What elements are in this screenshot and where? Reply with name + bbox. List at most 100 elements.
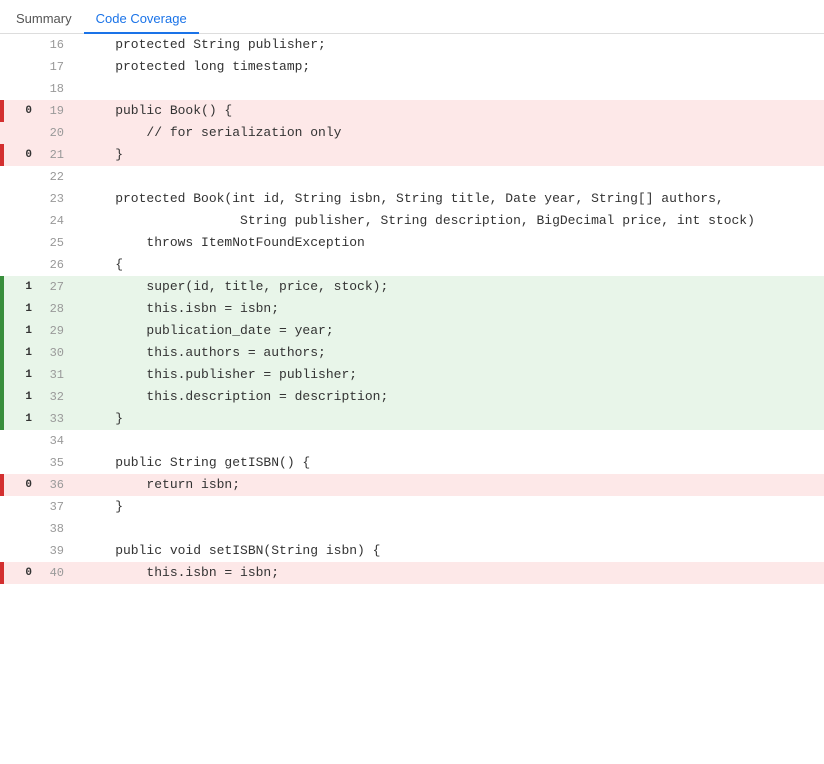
coverage-indicator: 1: [0, 408, 36, 430]
table-row: 23 protected Book(int id, String isbn, S…: [0, 188, 824, 210]
tab-bar: Summary Code Coverage: [0, 0, 824, 34]
coverage-indicator: [0, 232, 36, 254]
coverage-indicator: [0, 210, 36, 232]
line-number: 40: [36, 562, 76, 584]
table-row: 38: [0, 518, 824, 540]
line-number: 20: [36, 122, 76, 144]
line-number: 37: [36, 496, 76, 518]
code-line: public void setISBN(String isbn) {: [76, 540, 824, 562]
line-number: 28: [36, 298, 76, 320]
line-number: 22: [36, 166, 76, 188]
coverage-count: 0: [25, 562, 32, 584]
coverage-count: 0: [25, 474, 32, 496]
code-line: this.isbn = isbn;: [76, 298, 824, 320]
code-line: protected String publisher;: [76, 34, 824, 56]
code-line: }: [76, 408, 824, 430]
coverage-indicator: 0: [0, 100, 36, 122]
code-line: this.publisher = publisher;: [76, 364, 824, 386]
code-line: public String getISBN() {: [76, 452, 824, 474]
coverage-indicator: 1: [0, 342, 36, 364]
line-number: 32: [36, 386, 76, 408]
code-line: String publisher, String description, Bi…: [76, 210, 824, 232]
code-line: // for serialization only: [76, 122, 824, 144]
coverage-count: 0: [25, 144, 32, 166]
coverage-count: 1: [25, 342, 32, 364]
coverage-indicator: 0: [0, 144, 36, 166]
coverage-indicator: [0, 122, 36, 144]
line-number: 27: [36, 276, 76, 298]
coverage-indicator: [0, 540, 36, 562]
coverage-indicator: [0, 188, 36, 210]
line-number: 19: [36, 100, 76, 122]
table-row: 25 throws ItemNotFoundException: [0, 232, 824, 254]
code-line: [76, 430, 824, 452]
table-row: 132 this.description = description;: [0, 386, 824, 408]
coverage-count: 1: [25, 386, 32, 408]
coverage-indicator: 1: [0, 364, 36, 386]
line-number: 34: [36, 430, 76, 452]
code-line: this.description = description;: [76, 386, 824, 408]
table-row: 133 }: [0, 408, 824, 430]
table-row: 036 return isbn;: [0, 474, 824, 496]
line-number: 17: [36, 56, 76, 78]
code-line: [76, 518, 824, 540]
coverage-count: 0: [25, 100, 32, 122]
coverage-indicator: [0, 452, 36, 474]
coverage-indicator: 1: [0, 276, 36, 298]
table-row: 131 this.publisher = publisher;: [0, 364, 824, 386]
code-line: protected Book(int id, String isbn, Stri…: [76, 188, 824, 210]
code-line: [76, 78, 824, 100]
coverage-indicator: [0, 254, 36, 276]
coverage-indicator: 0: [0, 474, 36, 496]
table-row: 128 this.isbn = isbn;: [0, 298, 824, 320]
table-row: 22: [0, 166, 824, 188]
code-line: }: [76, 144, 824, 166]
table-row: 37 }: [0, 496, 824, 518]
coverage-count: 1: [25, 320, 32, 342]
coverage-indicator: [0, 34, 36, 56]
code-line: [76, 166, 824, 188]
table-row: 24 String publisher, String description,…: [0, 210, 824, 232]
code-line: publication_date = year;: [76, 320, 824, 342]
coverage-indicator: 1: [0, 298, 36, 320]
table-row: 17 protected long timestamp;: [0, 56, 824, 78]
table-row: 26 {: [0, 254, 824, 276]
table-row: 35 public String getISBN() {: [0, 452, 824, 474]
line-number: 18: [36, 78, 76, 100]
table-row: 021 }: [0, 144, 824, 166]
line-number: 25: [36, 232, 76, 254]
coverage-indicator: [0, 496, 36, 518]
code-line: throws ItemNotFoundException: [76, 232, 824, 254]
coverage-count: 1: [25, 408, 32, 430]
table-row: 040 this.isbn = isbn;: [0, 562, 824, 584]
table-row: 019 public Book() {: [0, 100, 824, 122]
coverage-count: 1: [25, 364, 32, 386]
coverage-count: 1: [25, 298, 32, 320]
coverage-indicator: 1: [0, 320, 36, 342]
code-line: this.isbn = isbn;: [76, 562, 824, 584]
coverage-indicator: [0, 166, 36, 188]
table-row: 129 publication_date = year;: [0, 320, 824, 342]
coverage-indicator: [0, 430, 36, 452]
tab-summary[interactable]: Summary: [4, 5, 84, 34]
table-row: 16 protected String publisher;: [0, 34, 824, 56]
tab-code-coverage[interactable]: Code Coverage: [84, 5, 199, 34]
coverage-indicator: 1: [0, 386, 36, 408]
line-number: 36: [36, 474, 76, 496]
line-number: 16: [36, 34, 76, 56]
line-number: 29: [36, 320, 76, 342]
code-line: this.authors = authors;: [76, 342, 824, 364]
line-number: 33: [36, 408, 76, 430]
code-coverage-area: 16 protected String publisher;17 protect…: [0, 34, 824, 584]
line-number: 38: [36, 518, 76, 540]
code-line: super(id, title, price, stock);: [76, 276, 824, 298]
table-row: 20 // for serialization only: [0, 122, 824, 144]
line-number: 26: [36, 254, 76, 276]
table-row: 18: [0, 78, 824, 100]
line-number: 24: [36, 210, 76, 232]
table-row: 39 public void setISBN(String isbn) {: [0, 540, 824, 562]
code-line: public Book() {: [76, 100, 824, 122]
code-line: return isbn;: [76, 474, 824, 496]
table-row: 127 super(id, title, price, stock);: [0, 276, 824, 298]
coverage-indicator: [0, 56, 36, 78]
